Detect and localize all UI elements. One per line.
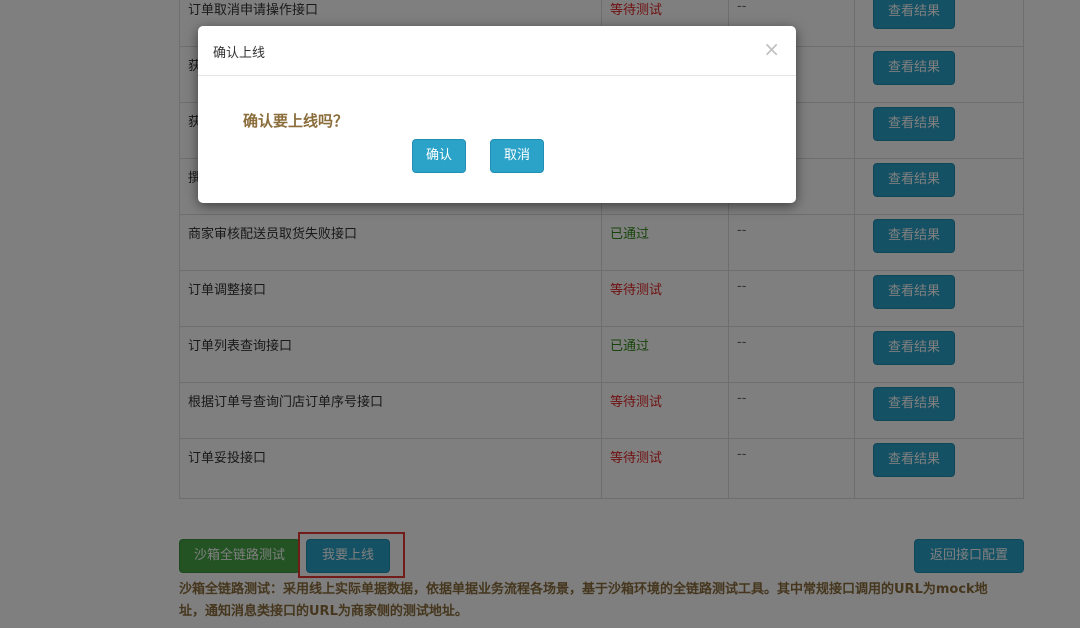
dialog-header: 确认上线 × [198,26,796,76]
confirm-button[interactable]: 确认 [412,139,466,173]
cancel-button[interactable]: 取消 [490,139,544,173]
confirm-go-live-dialog: 确认上线 × 确认要上线吗？ 确认 取消 [198,26,796,203]
close-icon[interactable]: × [763,39,780,59]
dialog-title: 确认上线 [213,46,266,61]
dialog-question: 确认要上线吗？ [243,112,349,130]
